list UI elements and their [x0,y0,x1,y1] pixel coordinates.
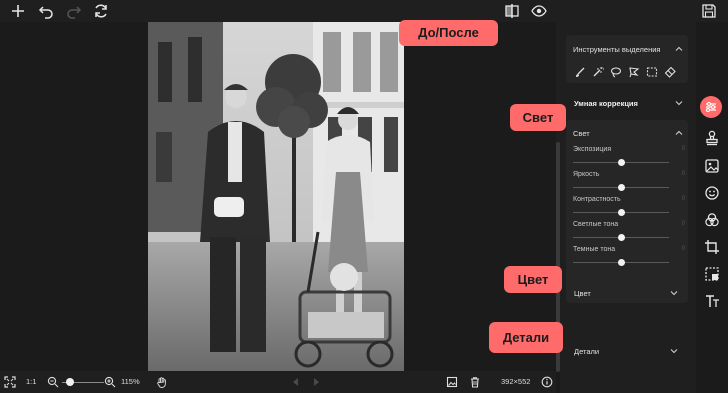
lasso-icon[interactable] [610,66,622,78]
light-title[interactable]: Свет [573,129,590,138]
frame-icon[interactable] [703,265,721,283]
stamp-icon[interactable] [703,129,721,147]
arrow-right-icon[interactable] [310,375,322,389]
top-toolbar [0,0,728,22]
slider-value: 0 [681,221,685,227]
light-callout: Свет [510,104,566,131]
smile-icon[interactable] [703,184,721,202]
hand-icon[interactable] [156,375,168,389]
smart-correction-title[interactable]: Умная коррекция [574,99,638,108]
eye-icon[interactable] [531,3,547,19]
slider-knob[interactable] [617,183,625,191]
rect-select-icon[interactable] [646,66,658,78]
chevron-down-icon[interactable] [670,289,678,297]
slider-row: Контрастность 0 [573,196,685,218]
text-icon[interactable] [703,292,721,310]
redo-icon[interactable] [66,3,82,19]
magic-wand-icon[interactable] [592,66,604,78]
chevron-down-icon[interactable] [675,99,683,107]
chevron-down-icon[interactable] [670,347,678,355]
refresh-icon[interactable] [93,3,109,19]
image-icon[interactable] [703,157,721,175]
slider-row: Экспозиция 0 [573,146,685,168]
slider-knob[interactable] [617,258,625,266]
slider-label: Яркость [573,171,600,178]
brush-icon[interactable] [574,66,586,78]
slider-row: Светлые тона 0 [573,221,685,243]
slider-label: Светлые тона [573,221,619,228]
slider-label: Контрастность [573,196,621,203]
floppy-disk-icon[interactable] [701,3,717,19]
compare-icon[interactable] [504,3,520,19]
details-callout: Детали [489,322,563,353]
slider-value: 0 [681,246,685,252]
bottom-toolbar: 1:1 115% 392×552 [0,371,556,393]
ratio-1-1-button[interactable]: 1:1 [26,375,36,389]
light-card: Свет Экспозиция 0 Яркость 0 Контрастность 0 Св… [566,120,688,303]
color-callout: Цвет [504,266,562,293]
info-icon[interactable] [541,375,553,389]
chevron-up-icon[interactable] [675,45,683,53]
slider-row: Темные тона 0 [573,246,685,268]
plus-icon[interactable] [10,3,26,19]
tool-rail [696,22,728,393]
zoom-out-icon[interactable] [47,375,59,389]
zoom-level: 115% [121,377,140,386]
slider-value: 0 [681,171,685,177]
zoom-slider-knob[interactable] [65,378,74,386]
arrow-left-icon[interactable] [290,375,302,389]
image-icon[interactable] [446,375,458,389]
slider-row: Яркость 0 [573,171,685,193]
polygon-lasso-icon[interactable] [628,66,640,78]
slider-knob[interactable] [617,158,625,166]
selection-tools-title[interactable]: Инструменты выделения [573,45,660,54]
fit-screen-icon[interactable] [4,375,16,389]
adjust-sliders-icon[interactable] [700,96,722,118]
crop-icon[interactable] [703,238,721,256]
slider-knob[interactable] [617,233,625,241]
adjustments-panel: Инструменты выделения Умная коррекция Св… [560,22,696,393]
canvas-area[interactable] [0,22,556,371]
details-section[interactable]: Детали [574,347,599,356]
chevron-up-icon[interactable] [675,129,683,137]
color-circles-icon[interactable] [703,211,721,229]
slider-label: Экспозиция [573,146,612,153]
slider-label: Темные тона [573,246,616,253]
slider-value: 0 [681,146,685,152]
photo-preview[interactable] [148,22,404,371]
trash-icon[interactable] [469,375,481,389]
family-photo-image [148,22,404,371]
before-after-callout: До/После [399,20,498,46]
color-section[interactable]: Цвет [574,289,591,298]
zoom-in-icon[interactable] [104,375,116,389]
slider-knob[interactable] [617,208,625,216]
slider-value: 0 [681,196,685,202]
eraser-icon[interactable] [664,66,676,78]
image-dimensions: 392×552 [501,377,531,386]
undo-icon[interactable] [38,3,54,19]
